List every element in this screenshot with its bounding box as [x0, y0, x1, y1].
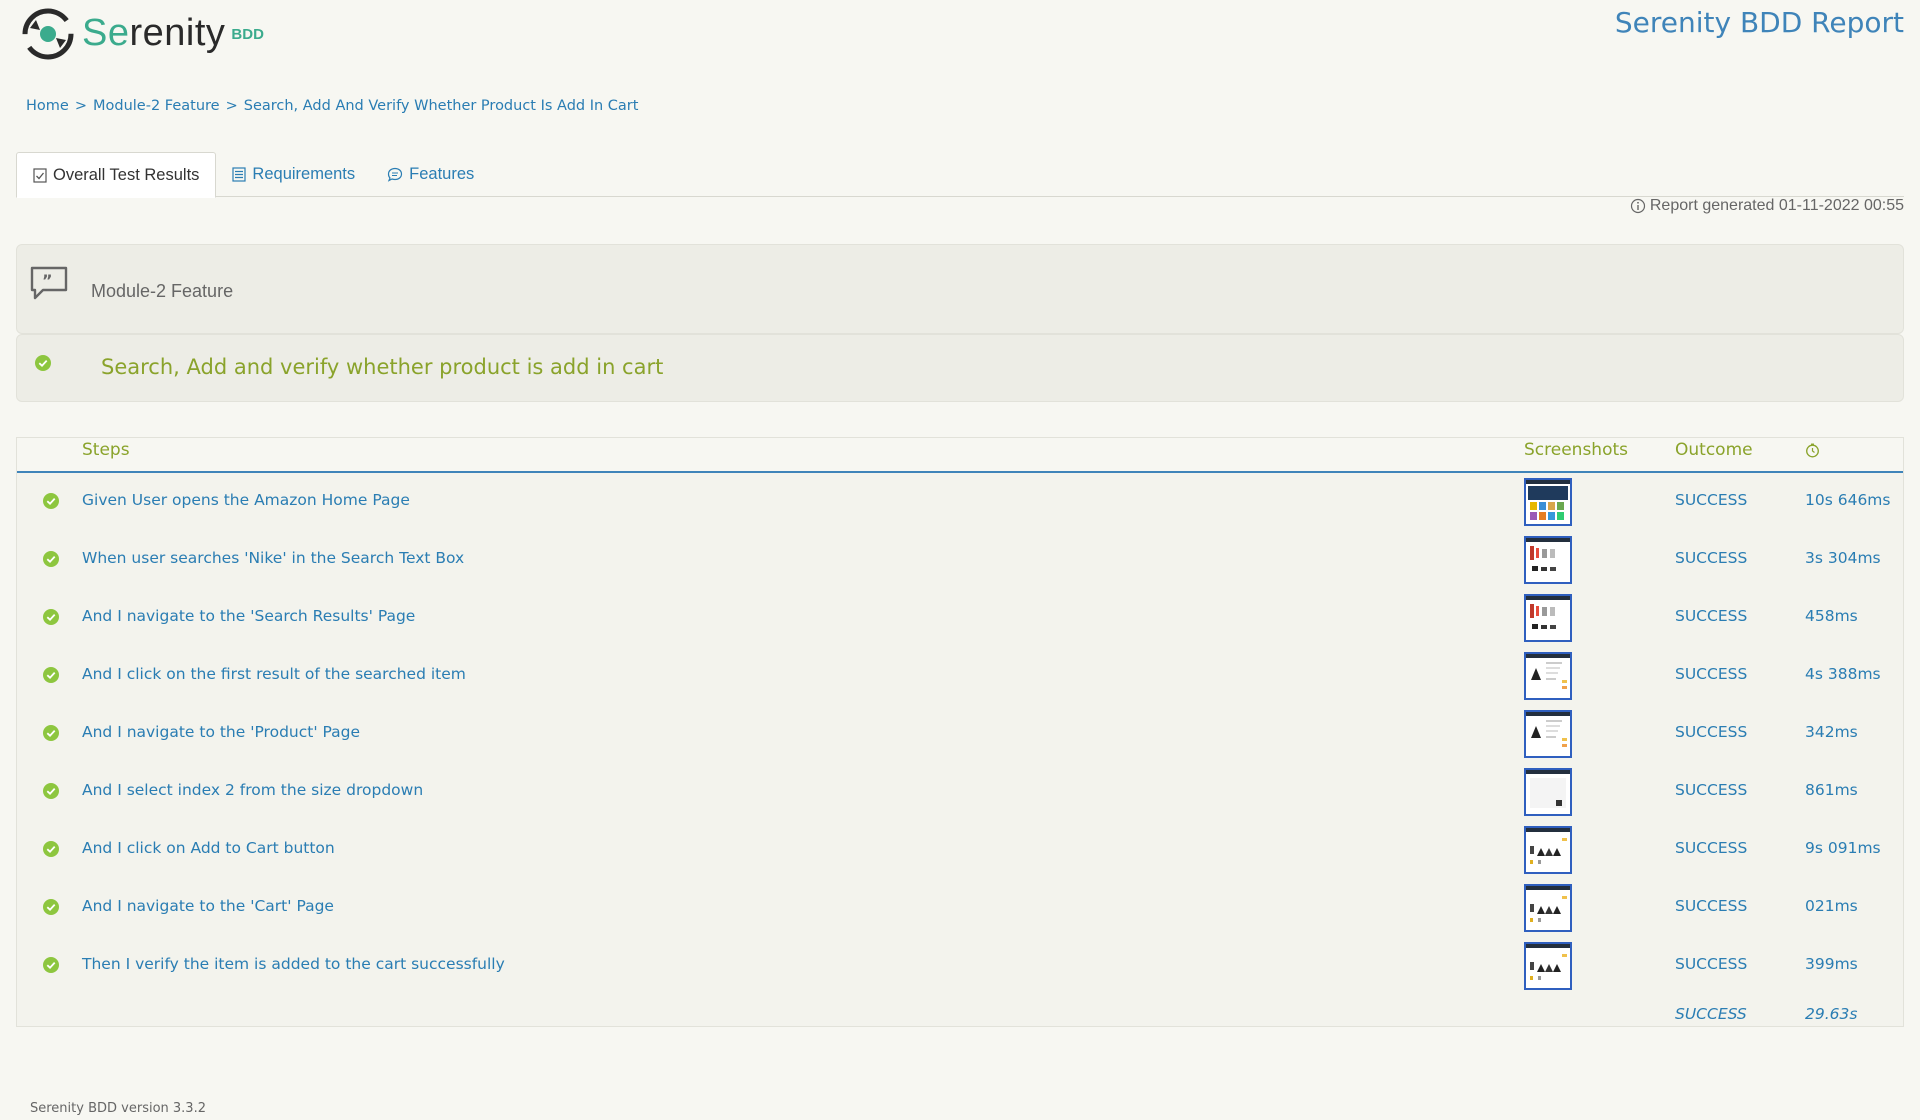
success-check-icon	[43, 609, 59, 625]
feature-panel: ” Module-2 Feature	[16, 244, 1904, 334]
tab-label: Requirements	[252, 165, 356, 183]
logo-sub: BDD	[231, 26, 264, 43]
table-row: And I navigate to the 'Search Results' P…	[17, 589, 1903, 647]
screenshot-thumbnail[interactable]	[1524, 536, 1572, 584]
table-row: And I click on Add to Cart button SUCCESS…	[17, 821, 1903, 879]
screenshot-thumbnail[interactable]	[1524, 942, 1572, 990]
success-check-icon	[43, 841, 59, 857]
table-row: And I navigate to the 'Product' Page SUCC…	[17, 705, 1903, 763]
feature-name: Module-2 Feature	[91, 281, 234, 301]
tab-requirements[interactable]: Requirements	[216, 152, 371, 197]
success-check-icon	[43, 783, 59, 799]
quote-bubble-icon: ”	[30, 266, 68, 300]
step-description[interactable]: And I navigate to the 'Cart' Page	[82, 897, 334, 915]
step-description[interactable]: And I navigate to the 'Search Results' P…	[82, 607, 415, 625]
speech-bubble-icon	[387, 167, 403, 182]
tab-bar: Overall Test Results Requirements Featur…	[16, 152, 1904, 198]
step-description[interactable]: Then I verify the item is added to the c…	[82, 955, 505, 973]
step-duration: 9s 091ms	[1805, 839, 1881, 857]
step-description[interactable]: And I click on the first result of the s…	[82, 665, 466, 683]
step-duration: 861ms	[1805, 781, 1858, 799]
tab-label: Overall Test Results	[53, 165, 200, 184]
success-check-icon	[43, 667, 59, 683]
step-outcome: SUCCESS	[1675, 723, 1748, 741]
step-outcome: SUCCESS	[1675, 955, 1748, 973]
footer-version: Serenity BDD version 3.3.2	[30, 1101, 206, 1116]
breadcrumb-separator: >	[225, 98, 238, 114]
scenario-panel: Search, Add and verify whether product i…	[16, 334, 1904, 402]
logo-text: Serenity	[82, 12, 226, 54]
step-description[interactable]: Given User opens the Amazon Home Page	[82, 491, 410, 509]
screenshot-thumbnail[interactable]	[1524, 594, 1572, 642]
steps-table: Steps Screenshots Outcome Given User ope…	[16, 437, 1904, 1027]
breadcrumb-separator: >	[74, 98, 87, 114]
success-check-icon	[43, 493, 59, 509]
step-description[interactable]: When user searches 'Nike' in the Search …	[82, 549, 464, 567]
screenshot-thumbnail[interactable]	[1524, 884, 1572, 932]
tab-overall-test-results[interactable]: Overall Test Results	[16, 152, 217, 198]
step-description[interactable]: And I select index 2 from the size dropd…	[82, 781, 423, 799]
total-outcome: SUCCESS	[1675, 1005, 1747, 1023]
table-row: And I select index 2 from the size dropd…	[17, 763, 1903, 821]
screenshots-column-header: Screenshots	[1524, 440, 1629, 460]
tab-label: Features	[409, 165, 475, 183]
total-duration: 29.63s	[1805, 1005, 1858, 1023]
breadcrumb-home[interactable]: Home	[26, 98, 69, 114]
step-duration: 342ms	[1805, 723, 1858, 741]
step-outcome: SUCCESS	[1675, 607, 1748, 625]
screenshot-thumbnail[interactable]	[1524, 768, 1572, 816]
success-check-icon	[43, 957, 59, 973]
clock-icon	[1805, 443, 1820, 463]
report-page: Serenity BDD Serenity BDD Report Home > Mo…	[0, 0, 1920, 1120]
outcome-column-header: Outcome	[1675, 440, 1753, 460]
screenshot-thumbnail[interactable]	[1524, 652, 1572, 700]
report-title: Serenity BDD Report	[1614, 6, 1904, 39]
info-icon	[1630, 198, 1645, 214]
step-outcome: SUCCESS	[1675, 665, 1748, 683]
step-duration: 3s 304ms	[1805, 549, 1881, 567]
step-description[interactable]: And I click on Add to Cart button	[82, 839, 335, 857]
step-outcome: SUCCESS	[1675, 549, 1748, 567]
serenity-logo[interactable]: Serenity BDD	[20, 6, 264, 62]
table-row: Given User opens the Amazon Home Page SUC…	[17, 473, 1903, 531]
success-check-icon	[43, 725, 59, 741]
checklist-icon	[33, 167, 47, 183]
table-row: When user searches 'Nike' in the Search …	[17, 531, 1903, 589]
table-row: And I navigate to the 'Cart' Page SUCCESS…	[17, 879, 1903, 937]
step-duration: 458ms	[1805, 607, 1858, 625]
step-duration: 399ms	[1805, 955, 1858, 973]
scenario-title: Search, Add and verify whether product i…	[101, 355, 664, 379]
report-generated: Report generated 01-11-2022 00:55	[1630, 197, 1904, 215]
screenshot-thumbnail[interactable]	[1524, 826, 1572, 874]
success-check-icon	[43, 899, 59, 915]
step-outcome: SUCCESS	[1675, 491, 1748, 509]
step-duration: 10s 646ms	[1805, 491, 1891, 509]
breadcrumb-scenario[interactable]: Search, Add And Verify Whether Product I…	[244, 98, 639, 114]
step-description[interactable]: And I navigate to the 'Product' Page	[82, 723, 360, 741]
step-duration: 4s 388ms	[1805, 665, 1881, 683]
list-icon	[232, 167, 247, 182]
svg-text:”: ”	[42, 271, 53, 290]
steps-total-row: SUCCESS 29.63s	[17, 995, 1903, 1035]
report-generated-text: Report generated 01-11-2022 00:55	[1649, 197, 1904, 214]
screenshot-thumbnail[interactable]	[1524, 710, 1572, 758]
step-outcome: SUCCESS	[1675, 897, 1748, 915]
step-outcome: SUCCESS	[1675, 839, 1748, 857]
success-check-icon	[43, 551, 59, 567]
tab-features[interactable]: Features	[371, 152, 490, 197]
serenity-logo-icon	[22, 8, 74, 60]
steps-column-header: Steps	[82, 440, 130, 460]
steps-table-header: Steps Screenshots Outcome	[17, 438, 1903, 473]
table-row: Then I verify the item is added to the c…	[17, 937, 1903, 995]
breadcrumb-feature[interactable]: Module-2 Feature	[93, 98, 220, 114]
success-check-icon	[35, 355, 51, 371]
screenshot-thumbnail[interactable]	[1524, 478, 1572, 526]
steps-table-body: Given User opens the Amazon Home Page SUC…	[17, 473, 1903, 995]
step-outcome: SUCCESS	[1675, 781, 1748, 799]
breadcrumb: Home > Module-2 Feature > Search, Add And Ve…	[26, 98, 638, 114]
step-duration: 021ms	[1805, 897, 1858, 915]
table-row: And I click on the first result of the s…	[17, 647, 1903, 705]
